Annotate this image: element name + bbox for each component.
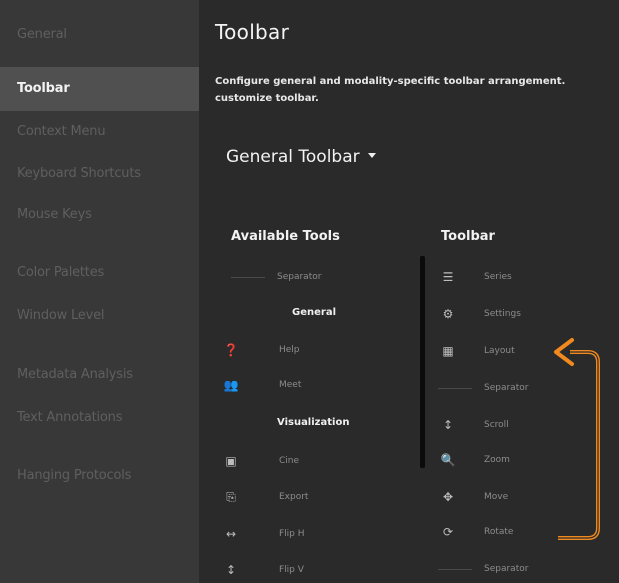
- main-panel: Toolbar Configure general and modality-s…: [199, 0, 619, 583]
- sidebar-item-keyboard-shortcuts[interactable]: Keyboard Shortcuts: [0, 152, 199, 196]
- sidebar-item-color-palettes[interactable]: Color Palettes: [0, 251, 199, 295]
- cine-icon: ▣: [225, 454, 237, 468]
- tool-label: Scroll: [484, 420, 509, 430]
- tool-label: Layout: [484, 346, 515, 356]
- help-icon: ❓: [223, 343, 239, 357]
- available-tools-scrollbar[interactable]: [420, 256, 425, 468]
- scroll-icon: ↕: [442, 418, 454, 432]
- tool-label: Separator: [277, 272, 322, 282]
- tool-label: Meet: [279, 380, 302, 390]
- sidebar-item-window-level[interactable]: Window Level: [0, 294, 199, 338]
- tool-label: Flip H: [279, 529, 305, 539]
- tool-label: Series: [484, 272, 512, 282]
- page-description: Configure general and modality-specific …: [215, 76, 566, 104]
- toolbar-heading: Toolbar: [441, 229, 495, 244]
- sidebar-item-hanging-protocols[interactable]: Hanging Protocols: [0, 454, 199, 498]
- settings-sidebar: General Toolbar Context Menu Keyboard Sh…: [0, 0, 199, 583]
- settings-icon: ⚙: [442, 307, 454, 321]
- sidebar-item-metadata-analysis[interactable]: Metadata Analysis: [0, 353, 199, 397]
- tool-label: Rotate: [484, 527, 514, 537]
- series-icon: ☰: [442, 270, 454, 284]
- tool-label: Separator: [484, 564, 529, 574]
- rotate-icon: ⟳: [442, 525, 454, 539]
- toolbar-type-dropdown[interactable]: General Toolbar: [226, 147, 376, 167]
- sidebar-item-toolbar[interactable]: Toolbar: [0, 67, 199, 111]
- tool-label: Export: [279, 492, 309, 502]
- tool-label: Help: [279, 345, 300, 355]
- tool-label: Cine: [279, 456, 300, 466]
- separator-line: [231, 277, 265, 278]
- category-visualization: Visualization: [277, 417, 350, 428]
- page-title: Toolbar: [215, 20, 290, 44]
- zoom-icon: 🔍: [440, 453, 456, 467]
- layout-icon: ▦: [442, 344, 454, 358]
- tool-label: Move: [484, 492, 509, 502]
- separator-line: [438, 569, 472, 570]
- available-tools-heading: Available Tools: [231, 229, 340, 244]
- sidebar-item-mouse-keys[interactable]: Mouse Keys: [0, 193, 199, 237]
- dropdown-label: General Toolbar: [226, 147, 360, 167]
- export-icon: ⎘: [226, 490, 236, 504]
- tool-label: Separator: [484, 383, 529, 393]
- separator-line: [438, 388, 472, 389]
- caret-down-icon: [367, 152, 376, 158]
- sidebar-item-context-menu[interactable]: Context Menu: [0, 110, 199, 154]
- category-general: General: [292, 307, 336, 318]
- flip-h-icon: ↔: [225, 527, 237, 541]
- move-icon: ✥: [442, 490, 454, 504]
- sidebar-item-text-annotations[interactable]: Text Annotations: [0, 396, 199, 440]
- sidebar-item-general[interactable]: General: [0, 13, 199, 57]
- tool-label: Settings: [484, 309, 521, 319]
- tool-label: Flip V: [279, 565, 304, 575]
- tool-label: Zoom: [484, 455, 510, 465]
- flip-v-icon: ↕: [225, 563, 237, 577]
- meet-icon: 👥: [223, 378, 239, 392]
